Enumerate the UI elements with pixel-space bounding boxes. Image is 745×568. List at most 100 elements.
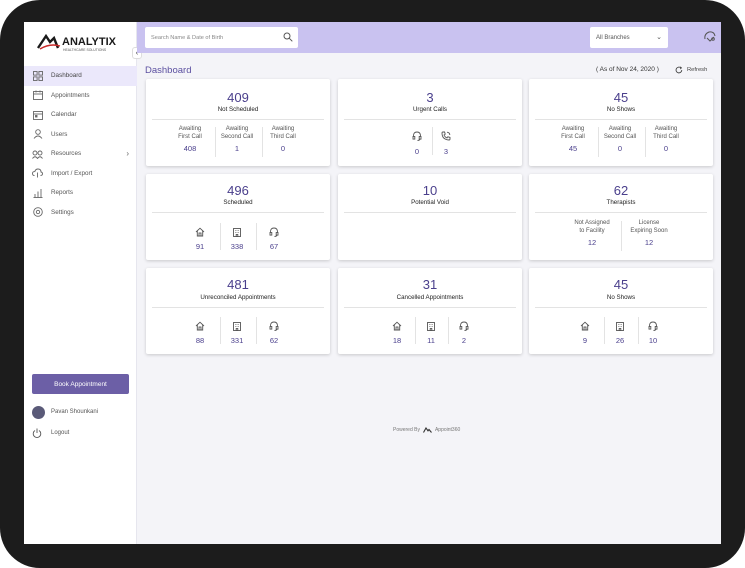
top-bar: Search Name & Date of Birth All Branches… [137,22,721,53]
stat-label: Second Call [603,134,637,140]
refresh-button[interactable]: Refresh [675,66,707,74]
sidebar-item-calendar[interactable]: Calendar [24,105,137,125]
book-appointment-button[interactable]: Book Appointment [32,374,129,394]
stat-awaiting-first-call: Awaiting First Call 45 [549,125,597,153]
sidebar-item-label: Settings [51,208,74,216]
home-icon [580,321,590,331]
svg-text:ANALYTIX: ANALYTIX [62,36,117,48]
appoint360-logo-icon [422,427,432,433]
stat-headset: 62 [262,318,286,345]
stat-label: Second Call [220,134,254,140]
stat-label: Awaiting [654,126,678,132]
stat-value: 0 [280,144,286,153]
building-icon [233,322,241,331]
analytix-logo[interactable]: ANALYTIX HEALTHCARE SOLUTIONS [36,32,126,54]
building-icon [427,322,435,331]
stat-label: Awaiting [178,126,202,132]
stat-label: Third Call [270,134,296,140]
stat-label: Awaiting [608,126,632,132]
divider [448,317,449,344]
stat-value: 338 [230,242,244,251]
sidebar-item-reports[interactable]: Reports [24,183,137,203]
resources-icon [32,148,43,159]
sidebar-item-label: Import / Export [51,169,93,177]
stat-value: 67 [269,242,279,251]
stat-phone: 3 [433,128,459,156]
powered-by-label: Powered By [393,427,420,433]
card-no-shows-awaiting[interactable]: 45 No Shows Awaiting First Call 45 Await… [529,79,713,166]
home-icon [195,321,205,331]
grid-icon [32,70,43,81]
card-label: Potential Void [411,199,449,206]
sidebar-item-users[interactable]: Users [24,125,137,145]
avatar [32,405,45,419]
app-screen: ANALYTIX HEALTHCARE SOLUTIONS ‹ Dashboar… [24,22,721,544]
card-scheduled[interactable]: 496 Scheduled 91 338 67 [146,174,330,260]
phone-icon [441,131,451,141]
divider [256,317,257,344]
branch-select[interactable]: All Branches ⌄ [590,27,668,48]
user-profile[interactable]: Pavan Shounkani [32,404,98,420]
card-cancelled[interactable]: 31 Cancelled Appointments 18 11 2 [338,268,522,354]
sidebar-item-settings[interactable]: Settings [24,203,137,223]
sidebar-item-import-export[interactable]: Import / Export [24,164,137,184]
stat-value: 9 [582,336,588,345]
sidebar-item-dashboard[interactable]: Dashboard [24,66,137,86]
sidebar-item-resources[interactable]: Resources › [24,144,137,164]
card-no-shows[interactable]: 45 No Shows 9 26 10 [529,268,713,354]
sidebar-item-label: Resources [51,150,82,158]
card-label: Not Scheduled [217,106,259,113]
chevron-down-icon: ⌄ [656,34,662,41]
divider [638,317,639,344]
card-value: 3 [426,90,434,105]
stat-building: 331 [225,318,249,345]
logout-link[interactable]: Logout [32,426,69,440]
stat-value: 0 [414,147,420,156]
search-icon[interactable] [283,32,293,44]
sidebar-item-label: Dashboard [51,72,82,80]
stat-awaiting-second-call: Awaiting Second Call 1 [213,125,261,153]
refresh-icon [675,66,683,74]
card-potential-void[interactable]: 10 Potential Void [338,174,522,260]
stat-value: 26 [615,336,625,345]
card-not-scheduled[interactable]: 409 Not Scheduled Awaiting First Call 40… [146,79,330,166]
stat-value: 331 [230,336,244,345]
search-input[interactable]: Search Name & Date of Birth [145,27,298,48]
chevron-right-icon: › [126,149,129,158]
divider [344,307,516,308]
stat-home: 9 [573,318,597,345]
powered-by-footer: Powered By Appoint360 [393,427,460,433]
sidebar-item-label: Reports [51,189,74,197]
card-label: Cancelled Appointments [396,294,464,301]
card-therapists[interactable]: 62 Therapists Not Assigned to Facility 1… [529,174,713,260]
card-value: 409 [227,90,249,105]
stat-value: 18 [392,336,402,345]
stat-value: 11 [427,336,435,345]
appointments-icon [32,90,43,101]
stat-home: 88 [188,318,212,345]
stat-value: 3 [443,147,449,156]
stat-value: 12 [644,238,654,247]
card-value: 10 [422,183,438,198]
stat-awaiting-third-call: Awaiting Third Call 0 [642,125,690,153]
card-unreconciled[interactable]: 481 Unreconciled Appointments 88 331 62 [146,268,330,354]
sidebar-item-appointments[interactable]: Appointments [24,86,137,106]
divider [152,212,324,213]
headset-icon [269,321,279,331]
stat-value: 0 [663,144,669,153]
svg-text:HEALTHCARE SOLUTIONS: HEALTHCARE SOLUTIONS [63,48,107,52]
headset-icon [459,321,469,331]
support-icon[interactable] [703,30,717,44]
stat-headset: 10 [641,318,665,345]
stat-building: 26 [608,318,632,345]
card-label: Urgent Calls [412,106,448,113]
stat-license-expiring: License Expiring Soon 12 [622,219,676,247]
stat-value: 88 [195,336,205,345]
card-urgent-calls[interactable]: 3 Urgent Calls 0 3 [338,79,522,166]
stat-label: License [638,220,660,226]
stat-value: 408 [183,144,197,153]
page-title: Dashboard [145,65,192,76]
divider [604,317,605,344]
sidebar-item-label: Calendar [51,111,77,119]
user-icon [32,129,43,140]
